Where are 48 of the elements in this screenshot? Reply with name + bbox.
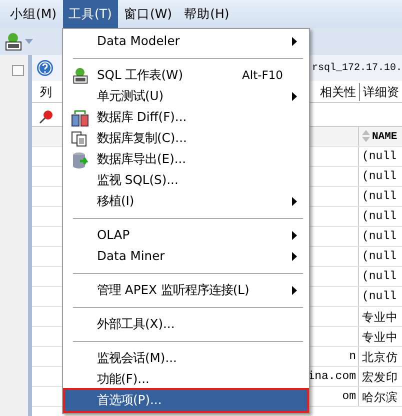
sql-database-icon: [71, 66, 89, 84]
database-compare-icon: [71, 108, 89, 126]
menu-item[interactable]: Data Modeler: [65, 31, 307, 52]
table-cell: 专业中: [358, 327, 402, 346]
panel-tab[interactable]: 列: [37, 82, 55, 100]
menu-item[interactable]: 监视 SQL(S)...: [65, 170, 307, 191]
help-icon[interactable]: [36, 59, 54, 77]
table-cell: 宏发印: [358, 367, 402, 386]
table-cell: (null: [358, 247, 402, 266]
table-cell-text: ina.com: [306, 369, 357, 385]
minimize-button[interactable]: [12, 65, 24, 76]
menu-bar-item[interactable]: 帮助(H): [178, 0, 236, 28]
pin-icon[interactable]: [38, 108, 54, 125]
menu-item[interactable]: 监视会话(M)...: [65, 348, 307, 369]
menu-item[interactable]: 功能(F)...: [65, 369, 307, 390]
table-cell: (null: [358, 187, 402, 206]
sql-database-icon[interactable]: [3, 32, 23, 52]
table-cell: (null: [358, 227, 402, 246]
menu-item[interactable]: 数据库 Diff(F)...: [65, 107, 307, 128]
menu-item[interactable]: SQL 工作表(W) Alt-F10: [65, 65, 307, 86]
database-export-icon: [71, 150, 89, 168]
table-cell: (null: [358, 267, 402, 286]
menu-item[interactable]: Data Miner: [65, 246, 307, 267]
shortcut-label: Alt-F10: [242, 66, 283, 84]
table-cell-text: n: [348, 349, 357, 365]
table-cell: (null: [358, 167, 402, 186]
menu-item[interactable]: OLAP: [65, 225, 307, 246]
menu-bar-item[interactable]: 窗口(W): [118, 0, 178, 28]
table-cell: 专业中: [358, 307, 402, 326]
table-cell: (null: [358, 287, 402, 306]
menu-item[interactable]: 移植(I): [65, 191, 307, 212]
column-header[interactable]: NAME: [358, 127, 402, 146]
menu-item[interactable]: 数据库导出(E)...: [65, 149, 307, 170]
menu-item[interactable]: 首选项(P)...: [65, 390, 307, 411]
table-cell-text: om: [341, 389, 357, 405]
panel-title: rsql_172.17.10.: [312, 62, 402, 76]
menu-item[interactable]: 数据库复制(C)...: [65, 128, 307, 149]
menu-bar-item[interactable]: 小组(M): [4, 0, 63, 28]
table-cell: (null: [358, 147, 402, 166]
menu-item[interactable]: 单元测试(U): [65, 86, 307, 107]
menu-bar-item[interactable]: 工具(T): [62, 0, 118, 28]
copy-icon: [71, 130, 87, 146]
table-cell: (null: [358, 207, 402, 226]
menu-item[interactable]: 外部工具(X)...: [65, 314, 307, 335]
menu-item[interactable]: 管理 APEX 监听程序连接(L): [65, 280, 307, 301]
panel-tab[interactable]: 相关性: [317, 82, 359, 100]
table-cell: 北京仿: [358, 347, 402, 366]
table-cell: 哈尔滨: [358, 387, 402, 406]
